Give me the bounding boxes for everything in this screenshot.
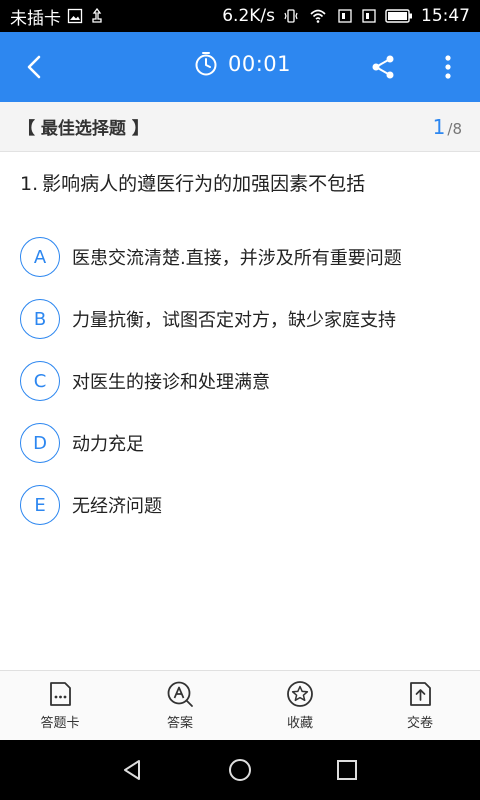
timer-value: 00:01	[228, 52, 292, 76]
option-d[interactable]: D 动力充足	[20, 412, 460, 474]
usb-notification-icon	[92, 8, 102, 23]
tab-label: 收藏	[286, 716, 313, 731]
vibrate-icon	[284, 9, 298, 23]
wifi-icon	[310, 9, 326, 23]
app-header: 00:01	[0, 32, 480, 102]
question-progress: 1 / 8	[433, 115, 462, 139]
clock-time: 15:47	[421, 6, 470, 26]
current-question-number: 1	[432, 114, 446, 139]
option-text: 力量抗衡，试图否定对方，缺少家庭支持	[72, 310, 396, 331]
option-letter: C	[20, 361, 60, 401]
battery-icon	[385, 9, 412, 23]
question-number: 1.	[20, 173, 39, 195]
image-notification-icon	[67, 8, 83, 24]
share-icon[interactable]	[370, 53, 396, 81]
sim-signal-2-icon	[362, 9, 376, 23]
options-list: A 医患交流清楚.直接，并涉及所有重要问题 B 力量抗衡，试图否定对方，缺少家庭…	[20, 226, 460, 536]
option-b[interactable]: B 力量抗衡，试图否定对方，缺少家庭支持	[20, 288, 460, 350]
answer-card-icon	[50, 682, 71, 706]
option-letter: B	[20, 299, 60, 339]
nav-back-icon[interactable]	[120, 757, 146, 783]
option-c[interactable]: C 对医生的接诊和处理满意	[20, 350, 460, 412]
option-a[interactable]: A 医患交流清楚.直接，并涉及所有重要问题	[20, 226, 460, 288]
option-letter: A	[20, 237, 60, 277]
option-letter: E	[20, 485, 60, 525]
tab-label: 答案	[166, 716, 193, 731]
question-type-label: 【 最佳选择题 】	[18, 119, 149, 139]
option-text: 医患交流清楚.直接，并涉及所有重要问题	[72, 248, 402, 269]
more-icon[interactable]	[436, 52, 460, 82]
question-type-bar: 【 最佳选择题 】 1 / 8	[0, 102, 480, 152]
option-letter: D	[20, 423, 60, 463]
system-nav-bar	[0, 740, 480, 800]
answer-icon	[167, 681, 193, 707]
tab-label: 交卷	[406, 716, 433, 731]
option-text: 动力充足	[72, 434, 144, 455]
submit-icon	[410, 682, 431, 706]
tab-label: 答题卡	[40, 716, 80, 731]
carrier-text: 未插卡	[10, 8, 61, 29]
option-text: 对医生的接诊和处理满意	[72, 372, 270, 393]
option-text: 无经济问题	[72, 496, 162, 517]
network-speed: 6.2K/s	[222, 6, 275, 26]
option-e[interactable]: E 无经济问题	[20, 474, 460, 536]
total-question-count: 8	[452, 119, 462, 138]
sim-signal-icon	[338, 9, 352, 23]
question-text: 影响病人的遵医行为的加强因素不包括	[42, 173, 366, 195]
tab-answer[interactable]: 答案	[120, 671, 240, 740]
tab-answer-card[interactable]: 答题卡	[0, 671, 120, 740]
favorite-star-icon	[287, 681, 313, 707]
timer-icon	[195, 52, 217, 76]
exam-timer: 00:01	[194, 51, 291, 77]
tab-favorite[interactable]: 收藏	[240, 671, 360, 740]
bottom-toolbar: 答题卡 答案 收藏 交卷	[0, 670, 480, 740]
nav-home-icon[interactable]	[227, 757, 253, 783]
question-stem: 1. 影响病人的遵医行为的加强因素不包括	[20, 168, 460, 200]
nav-recents-icon[interactable]	[334, 757, 360, 783]
back-icon[interactable]	[20, 52, 50, 82]
tab-submit[interactable]: 交卷	[360, 671, 480, 740]
status-bar: 未插卡 6.2K/s 15:47	[0, 0, 480, 32]
